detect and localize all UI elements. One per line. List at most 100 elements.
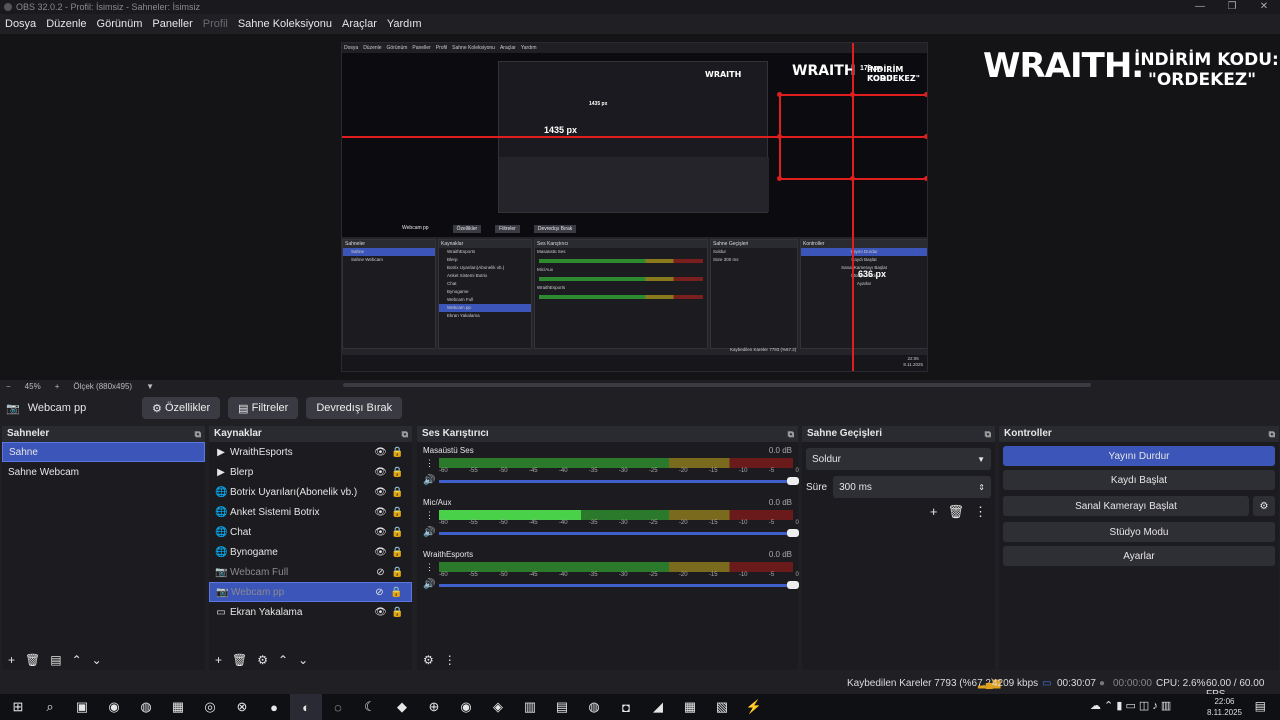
eye-icon[interactable]: 👁 — [372, 487, 389, 498]
app-icon[interactable]: ◎ — [194, 694, 226, 720]
source-item[interactable]: 📷 Webcam Full ⊘ 🔒 — [209, 562, 412, 582]
add-source-button[interactable]: + — [215, 653, 222, 667]
virtualcam-settings-icon[interactable]: ⚙ — [1253, 496, 1275, 516]
add-scene-button[interactable]: + — [8, 653, 15, 667]
app-icon[interactable]: ◘ — [610, 694, 642, 720]
zoom-in-button[interactable]: + — [55, 382, 60, 391]
bbox-handle[interactable] — [777, 134, 782, 139]
undock-icon[interactable]: ⧉ — [195, 426, 201, 442]
app-icon[interactable]: ☾ — [354, 694, 386, 720]
app-icon[interactable]: ▧ — [706, 694, 738, 720]
preview-scrollbar[interactable] — [343, 383, 1091, 387]
source-item[interactable]: ▶ Blerp 👁 🔒 — [209, 462, 412, 482]
app-icon[interactable]: ⊕ — [418, 694, 450, 720]
app-icon[interactable]: ◢ — [642, 694, 674, 720]
lock-icon[interactable]: 🔒 — [389, 607, 406, 618]
start-virtualcam-button[interactable]: Sanal Kamerayı Başlat — [1003, 496, 1249, 516]
system-clock[interactable]: 22:06 8.11.2025 — [1207, 696, 1242, 718]
lock-icon[interactable]: 🔒 — [389, 547, 406, 558]
volume-knob[interactable] — [787, 529, 799, 537]
channel-menu-icon[interactable]: ⋮ — [425, 458, 434, 469]
chrome-icon[interactable]: ◉ — [98, 694, 130, 720]
start-button[interactable]: ⊞ — [2, 694, 34, 720]
xbox-icon[interactable]: ⊗ — [226, 694, 258, 720]
scale-dropdown-icon[interactable]: ▼ — [146, 382, 154, 391]
eye-icon[interactable]: 👁 — [372, 447, 389, 458]
mixer-settings-icon[interactable]: ⚙ — [423, 653, 434, 667]
speaker-icon[interactable]: 🔊 — [423, 579, 435, 590]
move-up-button[interactable]: ⌃ — [72, 653, 82, 667]
obs-icon[interactable]: ◐ — [290, 694, 322, 720]
minimize-button[interactable]: — — [1184, 0, 1216, 14]
source-item[interactable]: 🌐 Chat 👁 🔒 — [209, 522, 412, 542]
lock-icon[interactable]: 🔒 — [388, 587, 405, 598]
tray-icons[interactable]: ☁ ⌃ ▮ ▭ ◫ ♪ ▥ — [1090, 699, 1171, 712]
start-recording-button[interactable]: Kaydı Başlat — [1003, 470, 1275, 490]
eye-icon[interactable]: 👁 — [372, 527, 389, 538]
transition-select[interactable]: Soldur ▼ — [806, 448, 991, 470]
eye-icon[interactable]: 👁 — [372, 607, 389, 618]
menu-docks[interactable]: Paneller — [152, 18, 192, 30]
undock-icon[interactable]: ⧉ — [985, 426, 991, 442]
menu-help[interactable]: Yardım — [387, 18, 422, 30]
lock-icon[interactable]: 🔒 — [389, 467, 406, 478]
zoom-out-button[interactable]: − — [6, 382, 11, 391]
stop-stream-button[interactable]: Yayını Durdur — [1003, 446, 1275, 466]
epic-icon[interactable]: ▦ — [162, 694, 194, 720]
speaker-icon[interactable]: 🔊 — [423, 475, 435, 486]
properties-button[interactable]: ⚙ Özellikler — [142, 397, 221, 419]
lock-icon[interactable]: 🔒 — [389, 447, 406, 458]
channel-menu-icon[interactable]: ⋮ — [425, 562, 434, 573]
close-button[interactable]: ✕ — [1248, 0, 1280, 14]
lock-icon[interactable]: 🔒 — [389, 567, 406, 578]
menu-file[interactable]: Dosya — [5, 18, 36, 30]
volume-slider[interactable] — [439, 581, 799, 589]
channel-menu-icon[interactable]: ⋮ — [425, 510, 434, 521]
app-icon[interactable]: ◆ — [386, 694, 418, 720]
add-transition-button[interactable]: + — [930, 504, 938, 520]
steam-icon[interactable]: ◍ — [130, 694, 162, 720]
eye-hidden-icon[interactable]: ⊘ — [372, 567, 389, 578]
move-down-button[interactable]: ⌄ — [298, 653, 308, 667]
bbox-handle[interactable] — [850, 176, 855, 181]
move-down-button[interactable]: ⌄ — [92, 653, 102, 667]
filters-button[interactable]: ▤ Filtreler — [228, 397, 299, 419]
app-icon[interactable]: ▣ — [66, 694, 98, 720]
lock-icon[interactable]: 🔒 — [389, 507, 406, 518]
menu-tools[interactable]: Araçlar — [342, 18, 377, 30]
settings-button[interactable]: Ayarlar — [1003, 546, 1275, 566]
duration-spinbox[interactable]: 300 ms ⇕ — [833, 476, 991, 498]
spin-arrows-icon[interactable]: ⇕ — [978, 483, 985, 492]
bbox-handle[interactable] — [777, 92, 782, 97]
notification-icon[interactable]: ▤ — [1255, 699, 1266, 713]
app-icon[interactable]: ● — [258, 694, 290, 720]
menu-edit[interactable]: Düzenle — [46, 18, 86, 30]
disable-button[interactable]: Devredışı Bırak — [306, 397, 403, 419]
app-icon[interactable]: ◈ — [482, 694, 514, 720]
volume-slider[interactable] — [439, 477, 799, 485]
bbox-handle[interactable] — [924, 134, 927, 139]
app-icon[interactable]: ▦ — [674, 694, 706, 720]
bbox-handle[interactable] — [924, 176, 927, 181]
eye-hidden-icon[interactable]: ⊘ — [371, 587, 388, 598]
speaker-icon[interactable]: 🔊 — [423, 527, 435, 538]
eye-icon[interactable]: 👁 — [372, 467, 389, 478]
volume-knob[interactable] — [787, 477, 799, 485]
whatsapp-icon[interactable]: ◌ — [322, 694, 354, 720]
menu-scene-collection[interactable]: Sahne Koleksiyonu — [238, 18, 332, 30]
app-icon[interactable]: ◉ — [450, 694, 482, 720]
eye-icon[interactable]: 👁 — [372, 507, 389, 518]
mixer-menu-icon[interactable]: ⋮ — [444, 653, 456, 667]
bbox-handle[interactable] — [777, 176, 782, 181]
volume-slider[interactable] — [439, 529, 799, 537]
source-item[interactable]: 📷 Webcam pp ⊘ 🔒 — [209, 582, 412, 602]
scene-item[interactable]: Sahne — [2, 442, 205, 462]
scene-filters-button[interactable]: ▤ — [50, 653, 61, 667]
maximize-button[interactable]: ❐ — [1216, 0, 1248, 14]
menu-view[interactable]: Görünüm — [97, 18, 143, 30]
undock-icon[interactable]: ⧉ — [402, 426, 408, 442]
source-item[interactable]: ▭ Ekran Yakalama 👁 🔒 — [209, 602, 412, 622]
app-icon[interactable]: ⚡ — [738, 694, 770, 720]
eye-icon[interactable]: 👁 — [372, 547, 389, 558]
bbox-handle[interactable] — [850, 92, 855, 97]
